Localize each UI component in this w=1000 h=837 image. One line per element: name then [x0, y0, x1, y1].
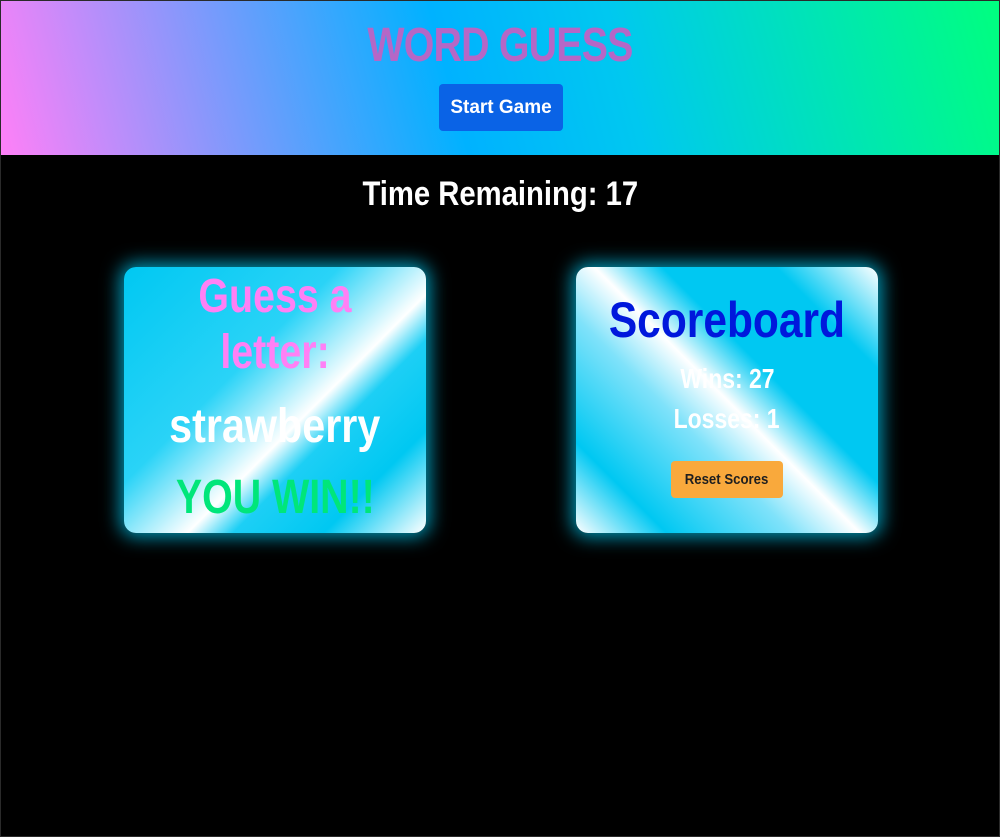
- scoreboard-title: Scoreboard: [576, 291, 878, 349]
- guess-prompt-text: Guess a letter:: [198, 270, 352, 379]
- wins-count-text: Wins: 27: [679, 363, 775, 394]
- header-banner: WORD GUESS Start Game: [1, 1, 999, 155]
- time-remaining-label: Time Remaining: 17: [362, 175, 638, 213]
- losses-count: Losses: 1: [576, 401, 878, 437]
- wins-count: Wins: 27: [576, 361, 878, 397]
- game-card: Guess a letter: strawberry YOU WIN!!: [124, 267, 426, 533]
- time-remaining: Time Remaining: 17: [1, 171, 999, 217]
- start-game-button[interactable]: Start Game: [439, 84, 563, 131]
- losses-count-text: Losses: 1: [674, 403, 780, 434]
- result-message: YOU WIN!!: [124, 470, 426, 526]
- reset-scores-button[interactable]: Reset Scores: [671, 461, 783, 498]
- scoreboard-title-text: Scoreboard: [608, 292, 846, 348]
- game-page: WORD GUESS Start Game Time Remaining: 17…: [0, 0, 1000, 837]
- current-word: strawberry: [124, 399, 426, 455]
- scoreboard-card: Scoreboard Wins: 27 Losses: 1 Reset Scor…: [576, 267, 878, 533]
- reset-scores-label: Reset Scores: [685, 471, 769, 488]
- page-title: WORD GUESS: [367, 19, 633, 72]
- guess-prompt: Guess a letter:: [124, 269, 426, 381]
- result-message-text: YOU WIN!!: [175, 471, 375, 524]
- current-word-text: strawberry: [169, 400, 381, 453]
